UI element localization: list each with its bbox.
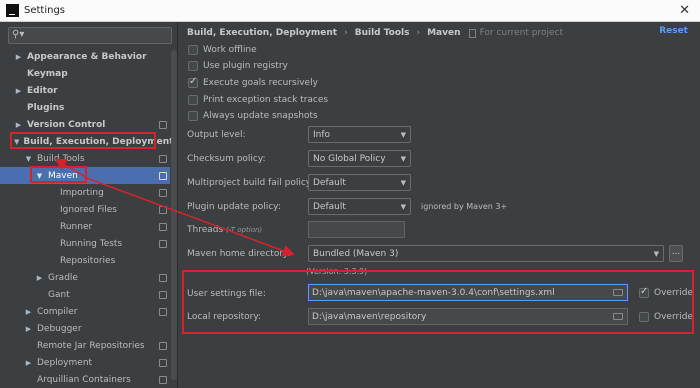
annotation-arrows — [54, 158, 295, 257]
arrow-to-maven-home — [83, 176, 295, 257]
arrow-to-build-tools — [54, 158, 85, 177]
